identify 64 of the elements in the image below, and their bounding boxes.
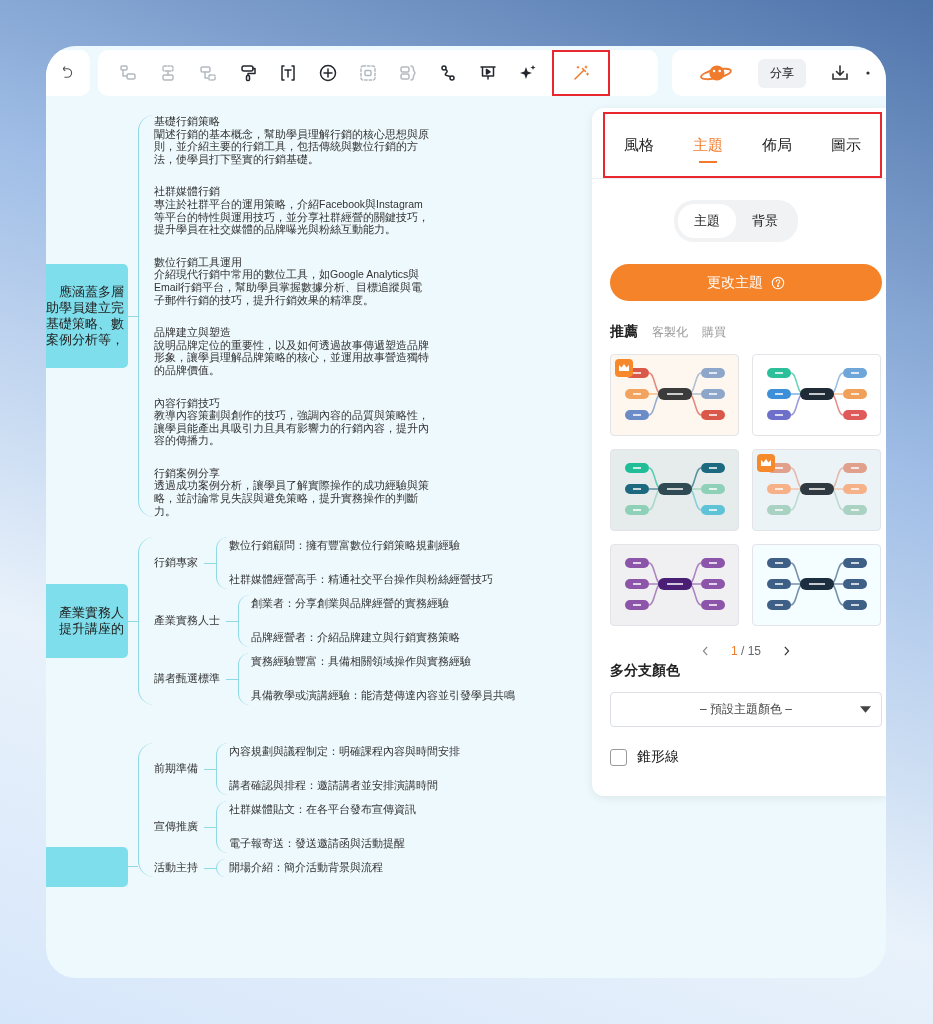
text-icon — [278, 63, 298, 83]
subtopic-text[interactable]: 講者甄選標準 — [154, 672, 220, 687]
highlighted-tool-button[interactable] — [552, 50, 610, 96]
magic-wand-icon — [571, 63, 591, 83]
boundary-icon — [358, 63, 378, 83]
share-button[interactable]: 分享 — [758, 58, 806, 88]
subtopic-text[interactable]: 基礎行銷策略 闡述行銷的基本概念，幫助學員理解行銷的核心思想與原則，並介紹主要的行銷工具，包括傳統與數位行銷的方法，使學員打下堅實的行銷基礎。 — [154, 115, 430, 166]
download-icon[interactable] — [830, 63, 850, 83]
previous-page-icon[interactable] — [701, 646, 709, 656]
leaf-topic-text[interactable]: 創業者：分享創業與品牌經營的實務經驗 — [251, 597, 460, 612]
leaf-topic-text[interactable]: 開場介紹：簡介活動背景與流程 — [229, 861, 383, 876]
subtopic-text[interactable]: 數位行銷工具運用 介紹現代行銷中常用的數位工具，如Google Analytics與Email行銷平台，幫助學員掌握數據分析、目標追蹤與電子郵件行銷的技巧，提升行銷效果的精準度。 — [154, 255, 430, 307]
relationship-icon — [438, 63, 458, 83]
leaf-topic-text[interactable]: 電子報寄送：發送邀請函與活動提醒 — [229, 837, 416, 852]
subtopic-text[interactable]: 前期準備 — [154, 762, 198, 777]
summary-icon — [398, 63, 418, 83]
leaf-topic-text[interactable]: 講者確認與排程：邀請講者並安排演講時間 — [229, 779, 460, 794]
floating-node-icon — [198, 63, 218, 83]
dropdown[interactable]: – 預設主題顏色 – — [610, 692, 882, 727]
caret-icon — [860, 706, 871, 713]
redo-icon[interactable] — [63, 65, 73, 81]
theme-card[interactable] — [610, 449, 739, 531]
crown-badge-icon — [615, 359, 633, 377]
leaf-topic-text[interactable]: 具備教學或演講經驗：能清楚傳達內容並引發學員共鳴 — [251, 689, 515, 704]
leaf-topic-text[interactable]: 內容規劃與議程制定：明確課程內容與時間安排 — [229, 745, 460, 760]
topic-node[interactable] — [46, 847, 128, 888]
theme-card[interactable] — [752, 449, 881, 531]
checkbox-label[interactable]: 錐形線 — [637, 748, 679, 766]
panel-tab[interactable]: 佈局 — [757, 127, 796, 163]
subtopic-text[interactable]: 活動主持 — [154, 861, 198, 876]
crown-badge-icon — [757, 454, 775, 472]
panel-tab[interactable]: 圖示 — [826, 127, 865, 163]
add-icon — [318, 63, 338, 83]
child-node-icon — [118, 63, 138, 83]
section-title: 多分支顏色 — [610, 662, 681, 680]
page-indicator: 1 / 15 — [730, 644, 761, 658]
subtopic-text[interactable]: 宣傳推廣 — [154, 820, 198, 835]
leaf-topic-text[interactable]: 實務經驗豐富：具備相關領域操作與實務經驗 — [251, 655, 515, 670]
theme-card[interactable] — [610, 544, 739, 626]
more-icon[interactable] — [866, 71, 872, 75]
theme-card[interactable] — [752, 544, 881, 626]
subtopic-text[interactable]: 品牌建立與塑造 說明品牌定位的重要性，以及如何透過故事傳遞塑造品牌形象，讓學員理解品牌策略的核心，並運用故事營造獨特的品牌價值。 — [154, 326, 430, 377]
segment-button[interactable]: 背景 — [736, 204, 794, 238]
paint-roller-icon — [238, 63, 258, 83]
leaf-topic-text[interactable]: 社群媒體經營高手：精通社交平台操作與粉絲經營技巧 — [229, 573, 493, 588]
leaf-topic-text[interactable]: 數位行銷顧問：擁有豐富數位行銷策略規劃經驗 — [229, 539, 493, 554]
presentation-icon — [478, 63, 498, 83]
next-page-icon[interactable] — [783, 646, 790, 656]
theme-card[interactable] — [752, 354, 881, 436]
theme-card[interactable] — [610, 354, 739, 436]
category-tab[interactable]: 推薦 — [610, 323, 638, 341]
segment-button[interactable]: 主題 — [678, 204, 736, 238]
topic-node[interactable]: 產業實務人 提升講座的 — [46, 584, 128, 659]
subtopic-text[interactable]: 產業實務人士 — [154, 614, 220, 629]
subtopic-text[interactable]: 行銷案例分享 透過成功案例分析，讓學員了解實際操作的成功經驗與策略，並討論常見失誤與避免策略，提升實務操作的判斷力。 — [154, 466, 430, 518]
subtopic-text[interactable]: 行銷專家 — [154, 556, 198, 571]
leaf-topic-text[interactable]: 品牌經營者：介紹品牌建立與行銷實務策略 — [251, 631, 460, 646]
subtopic-text[interactable]: 內容行銷技巧 教導內容策劃與創作的技巧，強調內容的品質與策略性，讓學員能產出具吸引力且具有影響力的行銷內容，提升內容的傳播力。 — [154, 396, 430, 447]
topic-node[interactable]: 應涵蓋多層 助學員建立完 基礎策略、數 案例分析等， — [46, 264, 128, 369]
panel-tab[interactable]: 風格 — [620, 127, 659, 163]
leaf-topic-text[interactable]: 社群媒體貼文：在各平台發布宣傳資訊 — [229, 803, 416, 818]
help-icon — [771, 275, 785, 290]
subtopic-text[interactable]: 社群媒體行銷 專注於社群平台的運用策略，介紹Facebook與Instagram等平台的特性與運用技巧，並分享社群經營的關鍵技巧，提升學員在社交媒體的品牌曝光與粉絲互動能力。 — [154, 185, 430, 236]
checkbox[interactable] — [610, 748, 627, 766]
